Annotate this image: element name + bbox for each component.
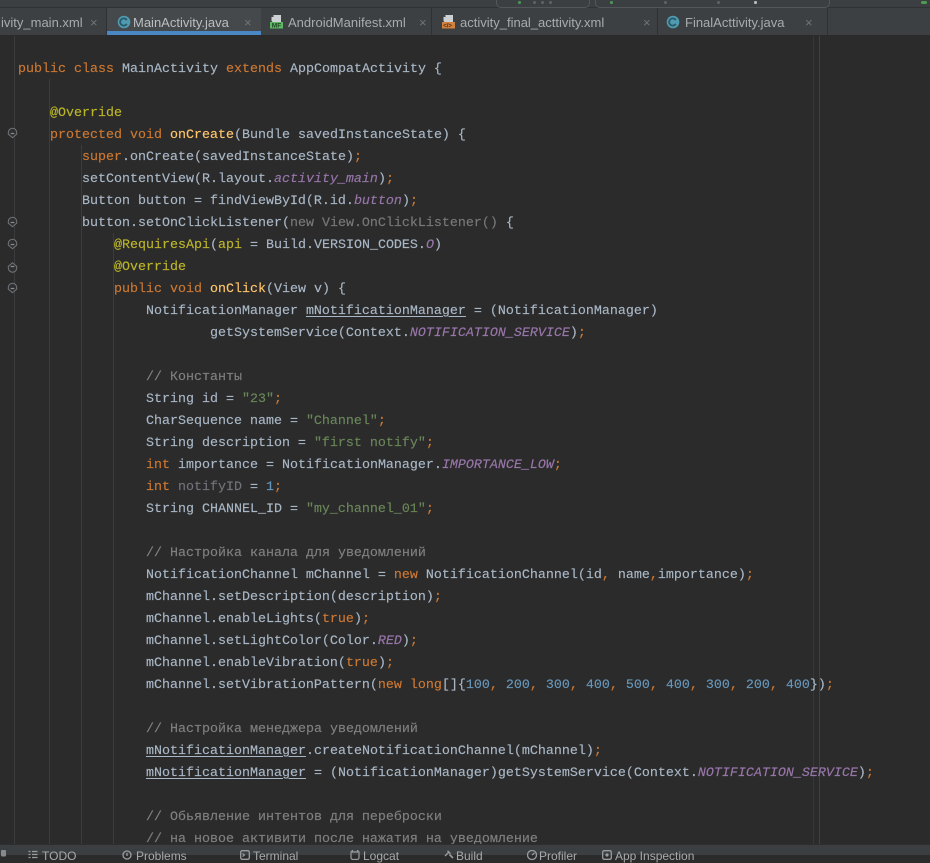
svg-text:</>: </> — [443, 24, 452, 30]
svg-text:MF: MF — [272, 23, 281, 30]
